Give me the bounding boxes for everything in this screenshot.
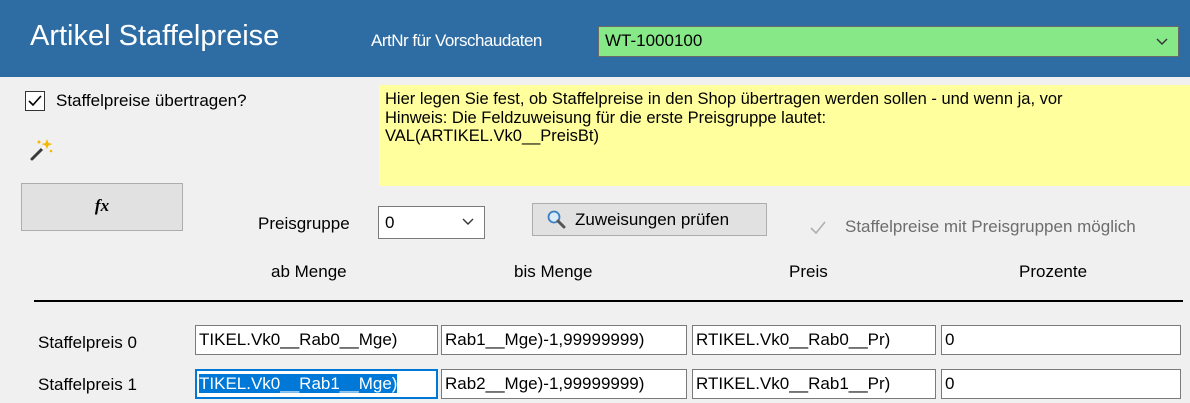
percent-field-1[interactable]: 0 xyxy=(941,369,1181,399)
percent-field-0[interactable]: 0 xyxy=(941,325,1181,355)
note-line-2: Hinweis: Die Feldzuweisung für die erste… xyxy=(385,108,827,127)
magnifier-icon xyxy=(547,210,566,229)
column-header-price: Preis xyxy=(789,262,828,281)
from-qty-field-0[interactable]: TIKEL.Vk0__Rab0__Mge) xyxy=(195,325,438,355)
row-label-staffelpreis-1: Staffelpreis 1 xyxy=(38,375,137,394)
preview-artnr-value: WT-1000100 xyxy=(605,31,703,50)
price-field-1[interactable]: RTIKEL.Vk0__Rab1__Pr) xyxy=(692,369,936,399)
preview-artnr-label: ArtNr für Vorschaudaten xyxy=(371,31,542,50)
chevron-down-icon xyxy=(1156,38,1168,45)
to-qty-field-0[interactable]: Rab1__Mge)-1,99999999) xyxy=(441,325,687,355)
column-header-to-qty: bis Menge xyxy=(514,262,593,281)
price-group-label: Preisgruppe xyxy=(258,214,350,233)
row-label-staffelpreis-0: Staffelpreis 0 xyxy=(38,333,137,352)
group-prices-checkbox-label: Staffelpreise mit Preisgruppen möglich xyxy=(845,217,1136,236)
note-line-1: Hier legen Sie fest, ob Staffelpreise in… xyxy=(385,90,1063,108)
chevron-down-icon xyxy=(462,218,474,225)
group-prices-checkbox[interactable] xyxy=(808,218,828,238)
header-bar: Artikel Staffelpreise ArtNr für Vorschau… xyxy=(0,0,1190,77)
to-qty-field-1[interactable]: Rab2__Mge)-1,99999999) xyxy=(441,369,687,399)
magic-wand-icon[interactable] xyxy=(27,136,55,164)
check-assignments-label: Zuweisungen prüfen xyxy=(575,210,730,229)
transfer-checkbox[interactable] xyxy=(25,91,45,111)
column-header-from-qty: ab Menge xyxy=(271,262,347,281)
formula-button[interactable]: fx xyxy=(21,183,183,231)
check-assignments-button[interactable]: Zuweisungen prüfen xyxy=(532,203,767,236)
header-divider xyxy=(34,300,1183,302)
column-header-percent: Prozente xyxy=(1019,262,1088,281)
from-qty-field-1[interactable]: TIKEL.Vk0__Rab1__Mge) xyxy=(195,369,438,399)
note-line-3: VAL(ARTIKEL.Vk0__PreisBt) xyxy=(385,127,599,145)
price-group-select[interactable]: 0 xyxy=(378,206,485,239)
transfer-checkbox-label[interactable]: Staffelpreise übertragen? xyxy=(56,91,247,111)
price-field-0[interactable]: RTIKEL.Vk0__Rab0__Pr) xyxy=(692,325,936,355)
checkmark-icon xyxy=(28,95,42,107)
preview-artnr-select[interactable]: WT-1000100 xyxy=(598,26,1179,57)
page-title: Artikel Staffelpreise xyxy=(30,20,280,52)
fx-icon: fx xyxy=(94,196,110,215)
selected-text: TIKEL.Vk0__Rab1__Mge) xyxy=(199,374,398,393)
info-note: Hier legen Sie fest, ob Staffelpreise in… xyxy=(379,85,1190,186)
price-group-value: 0 xyxy=(385,213,395,232)
